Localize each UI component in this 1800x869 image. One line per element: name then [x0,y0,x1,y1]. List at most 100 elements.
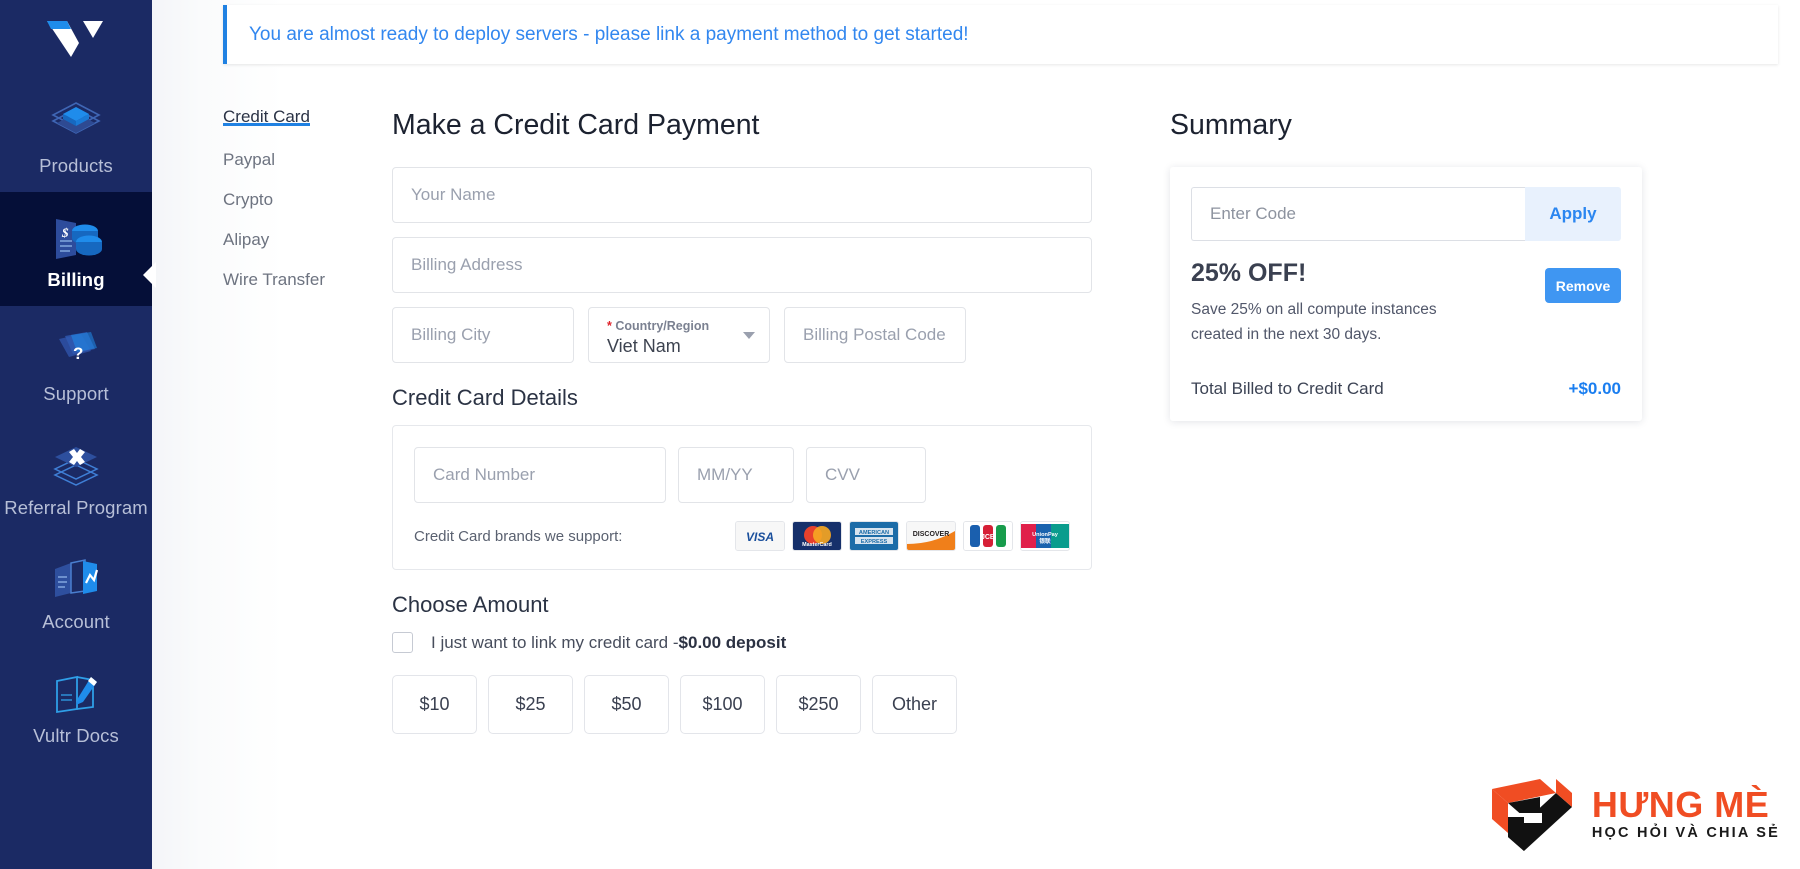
required-asterisk: * [607,318,612,333]
svg-text:UnionPay: UnionPay [1032,532,1059,538]
amount-button-100[interactable]: $100 [680,675,765,734]
page-title: Make a Credit Card Payment [392,109,760,141]
link-card-text: I just want to link my credit card - [431,632,679,652]
watermark-logo-icon [1491,779,1572,851]
book-pencil-icon [45,662,107,724]
payment-form: Make a Credit Card Payment Your Name Bil… [392,109,1092,734]
promo-title: 25% OFF! [1191,259,1307,287]
chevron-down-icon [743,332,755,339]
amount-buttons: $10 $25 $50 $100 $250 Other [392,675,1092,734]
card-number-input[interactable]: Card Number [414,447,666,503]
country-label: * Country/Region [607,319,709,334]
promo-description: Save 25% on all compute instances create… [1191,301,1437,343]
card-brands-label: Credit Card brands we support: [414,527,623,545]
name-input[interactable]: Your Name [392,167,1092,223]
country-select[interactable]: * Country/Region Viet Nam [588,307,770,363]
watermark-text: HƯNG MÈ HỌC HỎI VÀ CHIA SẺ [1592,786,1780,842]
choose-amount-title: Choose Amount [392,592,549,617]
tab-wire-transfer[interactable]: Wire Transfer [223,271,325,288]
sidebar-item-label: Billing [47,269,105,290]
tab-paypal[interactable]: Paypal [223,151,275,168]
promo-text-block: 25% OFF! Save 25% on all compute instanc… [1191,259,1545,347]
link-card-checkbox-row: I just want to link my credit card -$0.0… [392,632,1092,653]
summary-card: Enter Code Apply 25% OFF! Save 25% on al… [1170,167,1642,421]
svg-text:银联: 银联 [1039,537,1051,545]
visa-icon: VISA [735,521,785,551]
sidebar-item-label: Vultr Docs [33,725,119,746]
total-billed-label: Total Billed to Credit Card [1191,379,1384,398]
american-express-icon: AMERICAN EXPRESS [849,521,899,551]
sidebar-collapse-arrow-icon[interactable] [143,262,156,288]
billing-address-input[interactable]: Billing Address [392,237,1092,293]
promo-code-row: Enter Code Apply [1191,187,1621,241]
summary-title: Summary [1170,109,1292,141]
promo-code-input[interactable]: Enter Code [1191,187,1525,241]
sidebar-item-products[interactable]: Products [0,78,152,192]
city-country-postal-row: Billing City * Country/Region Viet Nam B… [392,307,1092,363]
tab-credit-card[interactable]: Credit Card [223,108,310,126]
svg-text:$: $ [61,225,69,240]
app-root: Products $ Billing ? Support Referral Pr… [0,0,1800,869]
vultr-logo[interactable] [0,0,152,78]
amount-button-50[interactable]: $50 [584,675,669,734]
svg-text:?: ? [73,344,83,363]
main-content: You are almost ready to deploy servers -… [152,0,1800,869]
account-chart-icon [45,548,107,610]
watermark-title: HƯNG MÈ [1591,784,1770,825]
amount-button-25[interactable]: $25 [488,675,573,734]
card-brands-row: Credit Card brands we support: VISA Mast… [414,521,1070,551]
promo-details: 25% OFF! Save 25% on all compute instanc… [1191,259,1621,347]
mastercard-icon: MasterCard [792,521,842,551]
svg-text:VISA: VISA [746,530,774,544]
content-columns: Credit Card Paypal Crypto Alipay Wire Tr… [152,64,1800,734]
svg-text:EXPRESS: EXPRESS [861,539,888,545]
tab-alipay[interactable]: Alipay [223,231,269,248]
summary-panel: Summary Enter Code Apply 25% OFF! Save 2… [1092,109,1800,734]
apply-code-button[interactable]: Apply [1525,187,1621,241]
sidebar-item-label: Products [39,155,113,176]
sidebar-item-label: Account [42,611,110,632]
card-cvv-input[interactable]: CVV [806,447,926,503]
billing-postal-code-input[interactable]: Billing Postal Code [784,307,966,363]
card-fields-row: Card Number MM/YY CVV [414,447,1070,503]
layers-x-icon [45,434,107,496]
unionpay-icon: UnionPay 银联 [1020,521,1070,551]
card-brand-logos: VISA MasterCard AMERICAN EXPRESS DISCOVER [735,521,1070,551]
sidebar-item-label: Referral Program [4,497,148,518]
watermark-subtitle: HỌC HỎI VÀ CHIA SẺ [1591,825,1780,841]
payment-method-tabs: Credit Card Paypal Crypto Alipay Wire Tr… [152,108,392,734]
sidebar-item-account[interactable]: Account [0,534,152,648]
amount-button-10[interactable]: $10 [392,675,477,734]
total-billed-row: Total Billed to Credit Card +$0.00 [1191,379,1621,399]
credit-card-details-title: Credit Card Details [392,385,578,410]
invoice-coins-icon: $ [43,206,109,268]
jcb-icon: JCB [963,521,1013,551]
card-expiry-input[interactable]: MM/YY [678,447,794,503]
sidebar-item-support[interactable]: ? Support [0,306,152,420]
remove-promo-button[interactable]: Remove [1545,268,1621,303]
discover-icon: DISCOVER [906,521,956,551]
amount-button-250[interactable]: $250 [776,675,861,734]
sidebar-item-referral-program[interactable]: Referral Program [0,420,152,534]
link-card-checkbox-label: I just want to link my credit card -$0.0… [431,633,786,653]
billing-city-input[interactable]: Billing City [392,307,574,363]
amount-button-other[interactable]: Other [872,675,957,734]
sidebar-item-billing[interactable]: $ Billing [0,192,152,306]
svg-text:AMERICAN: AMERICAN [859,530,889,536]
svg-text:JCB: JCB [981,534,995,541]
svg-text:MasterCard: MasterCard [802,542,832,548]
watermark: HƯNG MÈ HỌC HỎI VÀ CHIA SẺ [1478,773,1780,855]
banner-text: You are almost ready to deploy servers -… [249,23,969,45]
tab-crypto[interactable]: Crypto [223,191,273,208]
total-billed-value: +$0.00 [1568,379,1621,398]
country-selected-value: Viet Nam [607,335,681,356]
layers-cube-icon [45,92,107,154]
vultr-logo-icon [47,21,103,57]
credit-card-box: Card Number MM/YY CVV Credit Card brands… [392,425,1092,570]
payment-method-banner: You are almost ready to deploy servers -… [223,5,1778,64]
sidebar: Products $ Billing ? Support Referral Pr… [0,0,152,869]
svg-text:DISCOVER: DISCOVER [913,531,950,538]
link-card-checkbox[interactable] [392,632,413,653]
sidebar-item-vultr-docs[interactable]: Vultr Docs [0,648,152,762]
layers-question-icon: ? [45,320,107,382]
